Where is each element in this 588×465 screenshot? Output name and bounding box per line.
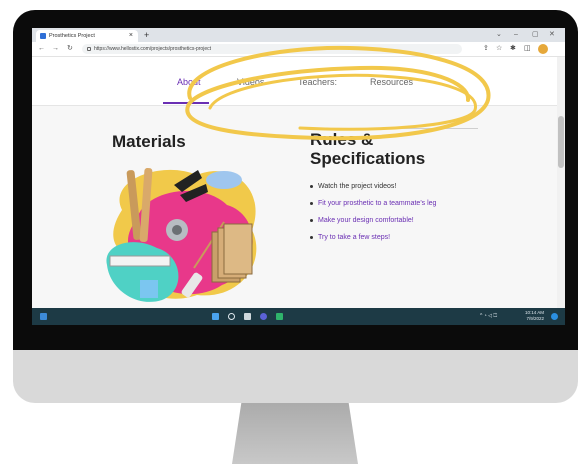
search-icon[interactable] <box>228 313 235 320</box>
rule-item: Watch the project videos! <box>310 183 436 191</box>
scrollbar-thumb[interactable] <box>558 116 564 168</box>
materials-illustration <box>106 168 257 302</box>
rule-item: Make your design comfortable! <box>310 217 436 225</box>
system-tray-icons[interactable]: ^ ◔ ◁ ⏍ <box>480 312 497 321</box>
bullet <box>310 235 313 239</box>
profile-avatar[interactable] <box>538 44 548 54</box>
highlight-scribble-circle <box>185 45 491 141</box>
new-tab-button[interactable]: + <box>144 29 149 41</box>
rule-text: Fit your prosthetic to a teammate's leg <box>318 200 437 207</box>
monitor-chin <box>13 345 578 403</box>
close-window-button[interactable]: ✕ <box>549 29 555 41</box>
bullet <box>310 218 313 222</box>
clock-date: 7/9/2022 <box>526 316 545 321</box>
rule-text: Try to take a few steps! <box>318 234 391 241</box>
forward-button[interactable]: → <box>52 43 59 55</box>
rule-item: Try to take a few steps! <box>310 234 436 242</box>
app-icon[interactable] <box>276 313 283 320</box>
rules-heading-line2: Specifications <box>310 149 426 168</box>
bullet <box>310 184 313 188</box>
rule-text: Watch the project videos! <box>318 183 397 190</box>
extensions-icon[interactable]: ✱ <box>510 44 516 54</box>
site-favicon-icon <box>40 33 46 39</box>
maximize-button[interactable]: ▢ <box>532 29 539 41</box>
taskbar-clock[interactable]: 10:14 AM 7/9/2022 <box>525 310 544 322</box>
bullet <box>310 201 313 205</box>
task-view-icon[interactable] <box>244 313 251 320</box>
minimize-button[interactable]: – <box>514 29 518 41</box>
notification-icon[interactable] <box>551 313 558 320</box>
tab-title: Prosthetics Project <box>49 33 95 39</box>
lock-icon <box>87 47 91 51</box>
reload-button[interactable]: ↻ <box>67 43 73 55</box>
side-panel-icon[interactable]: ◫ <box>524 44 531 54</box>
monitor-stand <box>232 398 358 464</box>
page-scrollbar[interactable] <box>557 57 565 308</box>
tab-close-icon[interactable]: × <box>129 30 133 42</box>
rules-list: Watch the project videos! Fit your prost… <box>310 183 436 251</box>
rule-text: Make your design comfortable! <box>318 217 414 224</box>
start-button-icon[interactable] <box>212 313 219 320</box>
rule-item: Fit your prosthetic to a teammate's leg <box>310 200 436 208</box>
browser-tab[interactable]: Prosthetics Project × <box>36 30 138 42</box>
widgets-icon[interactable] <box>40 313 47 320</box>
windows-taskbar: ^ ◔ ◁ ⏍ 10:14 AM 7/9/2022 <box>32 308 565 325</box>
teams-chat-icon[interactable] <box>260 313 267 320</box>
back-button[interactable]: ← <box>38 43 45 55</box>
